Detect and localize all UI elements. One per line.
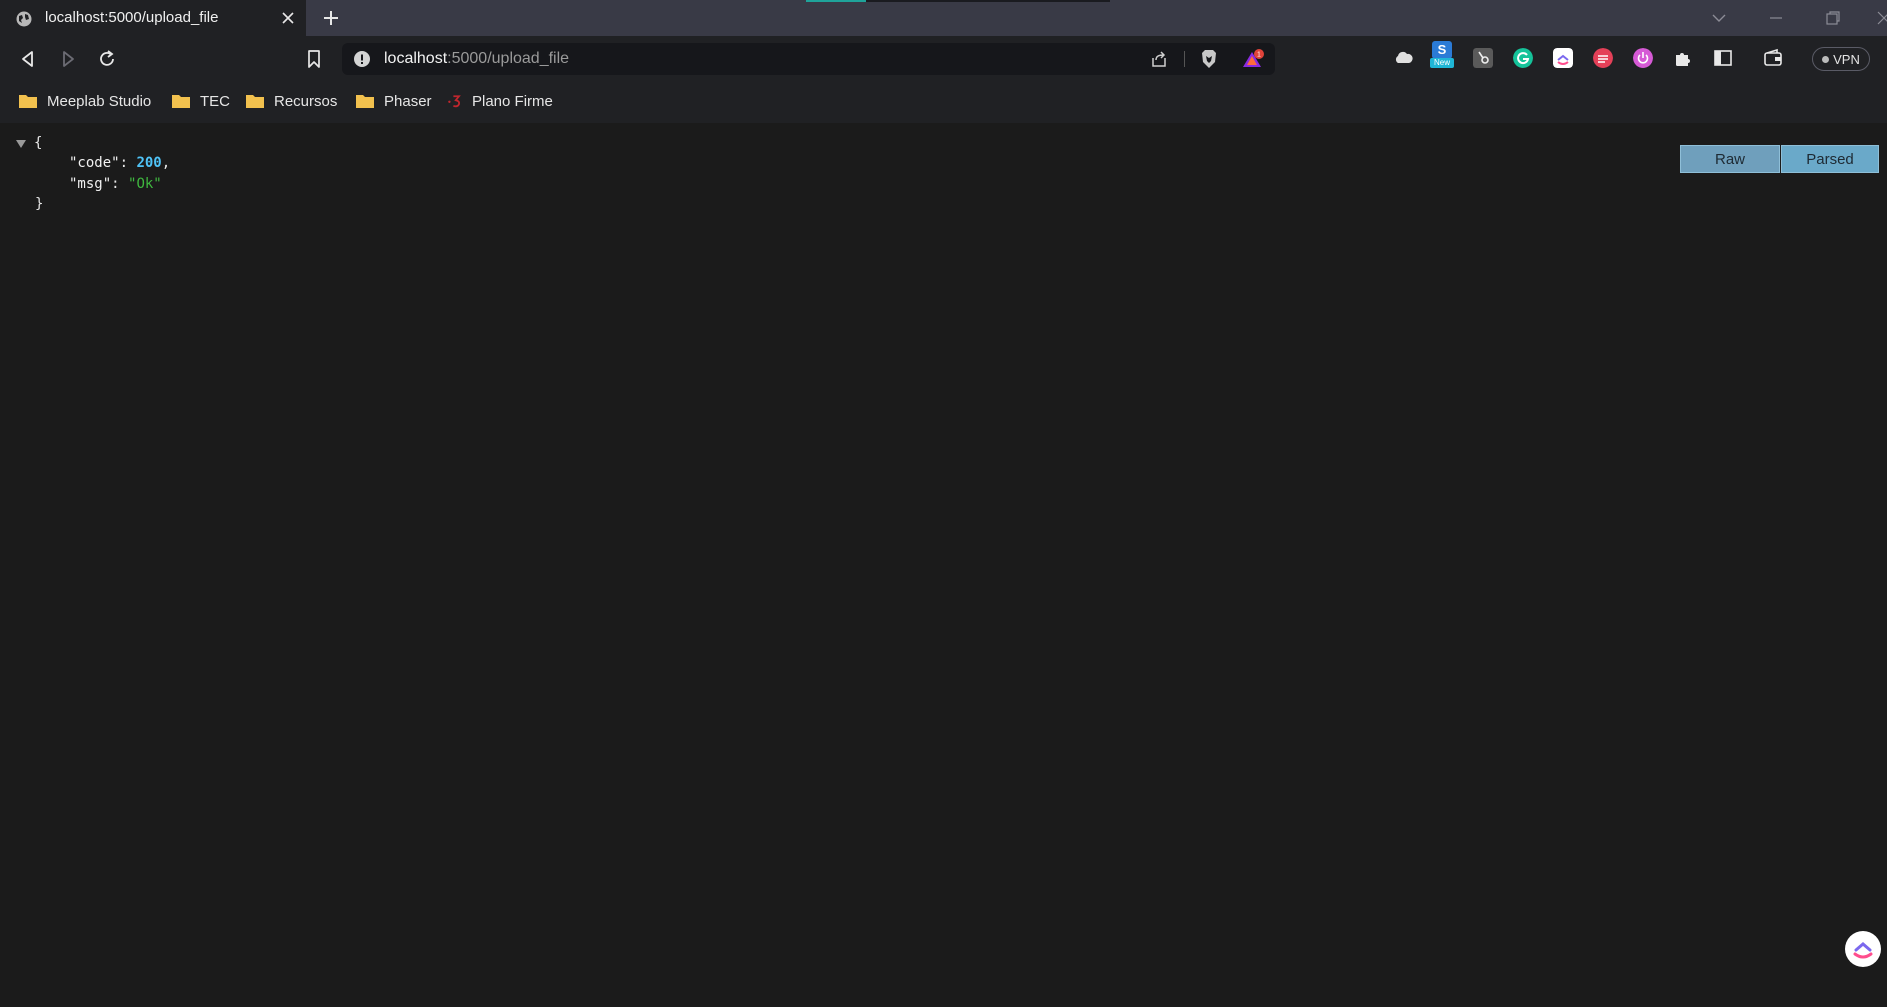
json-entry-code: "code": 200, [69,153,170,173]
clickup-extension-icon[interactable] [1553,48,1573,68]
close-tab-icon[interactable] [281,11,295,25]
restore-icon[interactable] [1825,10,1841,26]
globe-icon [16,11,32,27]
omnibox-separator [1184,51,1185,67]
extensions-puzzle-icon[interactable] [1673,48,1693,68]
json-comma: , [161,155,171,171]
folder-icon [19,95,37,108]
collapse-caret-icon[interactable] [16,140,26,148]
bookmark-label: Meeplab Studio [47,92,152,110]
json-string-value: "Ok" [128,176,162,192]
new-tab-icon[interactable] [322,9,340,27]
vpn-label: VPN [1833,51,1860,67]
brave-shields-icon[interactable] [1200,49,1218,69]
bookmarks-bar: Meeplab Studio TEC Recursos Phaser Plano… [0,81,1887,123]
minimize-icon[interactable] [1768,10,1784,26]
bookmark-label: TEC [200,92,230,110]
wallet-icon[interactable] [1763,48,1783,68]
sidebar-toggle-icon[interactable] [1713,48,1733,68]
view-toggle: Raw Parsed [1680,145,1879,173]
tab-search-chevron-icon[interactable] [1711,10,1727,26]
new-extension-icon[interactable]: S New [1430,41,1454,69]
tab-strip: localhost:5000/upload_file [0,0,1887,36]
folder-icon [172,95,190,108]
clickup-floating-button[interactable] [1845,931,1881,967]
new-badge: New [1430,58,1454,68]
json-colon: : [119,155,137,171]
vpn-status-dot [1822,55,1830,63]
back-icon[interactable] [18,49,38,69]
cloud-extension-icon[interactable] [1393,48,1413,68]
bookmark-label: Phaser [384,92,432,110]
tab-accent-line-2 [866,0,1110,2]
bookmark-label: Plano Firme [472,92,553,110]
json-key: "msg" [69,176,112,192]
json-entry-msg: "msg": "Ok" [69,174,162,194]
address-bar[interactable]: localhost:5000/upload_file 1 [342,43,1275,75]
json-colon: : [111,176,129,192]
power-extension-icon[interactable] [1633,48,1653,68]
raw-button[interactable]: Raw [1680,145,1780,173]
json-open-brace: { [34,135,43,151]
json-close-brace: } [35,196,44,212]
share-icon[interactable] [1150,50,1168,68]
url-path: :5000/upload_file [447,50,570,67]
bookmark-icon[interactable] [304,49,324,69]
url-host: localhost [384,50,448,67]
grammarly-icon[interactable] [1513,48,1533,68]
parsed-button[interactable]: Parsed [1781,145,1879,173]
json-number-value: 200 [136,155,162,171]
close-window-icon[interactable] [1876,10,1887,26]
forward-icon[interactable] [58,49,78,69]
url-text[interactable]: localhost:5000/upload_file [384,50,569,68]
bookmark-phaser[interactable]: Phaser [355,90,432,112]
folder-icon [246,95,264,108]
bookmark-plano-firme[interactable]: Plano Firme [447,90,553,112]
bookmark-meeplab-studio[interactable]: Meeplab Studio [18,90,151,112]
vpn-button[interactable]: VPN [1812,47,1870,71]
tab-accent-line [806,0,866,2]
plano-firme-icon [448,95,461,108]
tab-title: localhost:5000/upload_file [45,9,219,26]
rewards-badge: 1 [1257,52,1261,59]
reload-icon[interactable] [97,49,117,69]
clickup-logo-icon [1853,942,1873,959]
hubspot-extension-icon[interactable] [1473,48,1493,68]
browser-toolbar: localhost:5000/upload_file 1 S New VPN [0,36,1887,81]
bookmark-tec[interactable]: TEC [171,90,230,112]
page-content: { "code": 200, "msg": "Ok" } Raw Parsed [0,123,1887,1007]
todoist-icon[interactable] [1593,48,1613,68]
json-key: "code" [69,155,120,171]
bookmark-recursos[interactable]: Recursos [245,90,337,112]
brave-rewards-icon[interactable]: 1 [1242,49,1264,69]
tab-active[interactable]: localhost:5000/upload_file [0,0,306,36]
folder-icon [356,95,374,108]
site-info-icon[interactable] [354,51,370,67]
bookmark-label: Recursos [274,92,338,110]
